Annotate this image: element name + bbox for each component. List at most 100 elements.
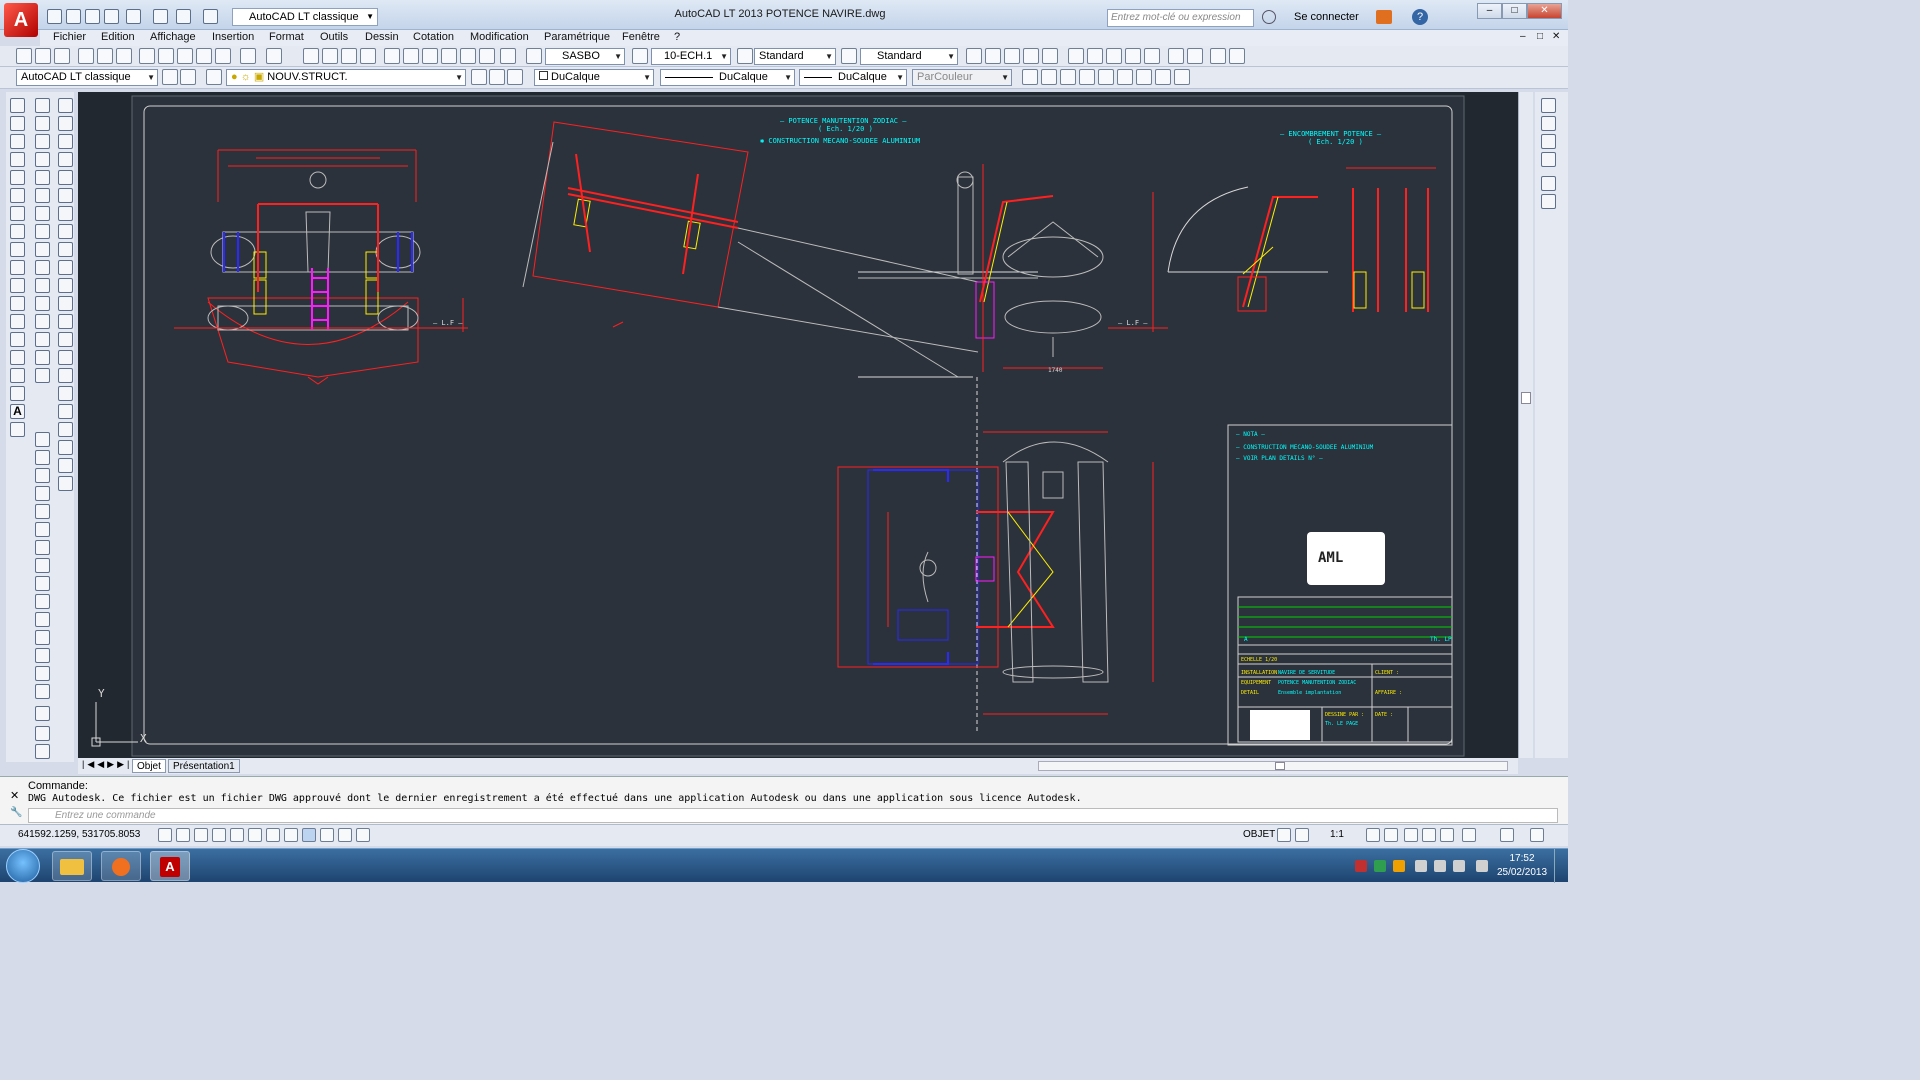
quick-view-drawings-icon[interactable] (1295, 828, 1309, 842)
doc-minimize-button[interactable]: – (1520, 31, 1526, 42)
rotate-icon[interactable] (35, 206, 50, 221)
exchange-icon[interactable] (1376, 10, 1392, 24)
undo-icon[interactable] (176, 9, 191, 24)
mtext-icon[interactable] (1022, 69, 1038, 85)
dim-continue-icon[interactable] (58, 278, 73, 293)
array-icon[interactable] (35, 170, 50, 185)
lineweight-dropdown[interactable]: DuCalque ▼ (799, 69, 907, 86)
osnap-parallel-icon[interactable] (35, 594, 50, 609)
dim-override-icon[interactable] (58, 458, 73, 473)
collect-leader-icon[interactable] (1042, 48, 1058, 64)
magnet-icon[interactable] (35, 706, 50, 721)
linetype-dropdown[interactable]: DuCalque ▼ (660, 69, 795, 86)
minimize-button[interactable]: – (1477, 3, 1502, 19)
rectangle-icon[interactable] (10, 170, 25, 185)
dim-style-icon[interactable] (58, 440, 73, 455)
erase-icon[interactable] (35, 98, 50, 113)
search-input[interactable]: Entrez mot-clé ou expression (1107, 9, 1254, 27)
osnap-node-icon[interactable] (35, 630, 50, 645)
explorer-taskbar-icon[interactable] (52, 851, 92, 881)
close-button[interactable]: ✕ (1527, 3, 1562, 19)
dim-text-edit-icon[interactable] (58, 404, 73, 419)
transparency-icon[interactable] (320, 828, 334, 842)
color-dropdown[interactable]: DuCalque ▼ (534, 69, 654, 86)
osnap-apparent-icon[interactable] (35, 486, 50, 501)
layer-dropdown[interactable]: ● ☼ ▣ NOUV.STRUCT. ▼ (226, 69, 466, 86)
paste-icon[interactable] (177, 48, 193, 64)
scale-text-icon[interactable] (1136, 69, 1152, 85)
spelling-icon[interactable] (1098, 69, 1114, 85)
multileader-style-icon[interactable] (841, 48, 857, 64)
hardware-acceleration-icon[interactable] (1500, 828, 1514, 842)
extend-icon[interactable] (35, 278, 50, 293)
doc-restore-button[interactable]: □ (1537, 31, 1543, 42)
antivirus-tray-icon[interactable] (1355, 860, 1367, 872)
revcloud-icon[interactable] (10, 224, 25, 239)
show-desktop-button[interactable] (1554, 849, 1568, 883)
layer-manager-icon[interactable] (206, 69, 222, 85)
zoom-previous-icon[interactable] (360, 48, 376, 64)
menu-dessin[interactable]: Dessin (365, 31, 399, 43)
draw-order-under-icon[interactable] (1541, 152, 1556, 167)
dynamic-input-icon[interactable] (284, 828, 298, 842)
skype-tray-icon[interactable] (1374, 860, 1386, 872)
hatch-to-back-icon[interactable] (1541, 194, 1556, 209)
dim-ordinate-icon[interactable] (58, 152, 73, 167)
annotation-scale[interactable]: 1:1 (1330, 829, 1344, 840)
dim-arc-icon[interactable] (58, 134, 73, 149)
isolate-objects-icon[interactable] (1440, 828, 1454, 842)
properties-icon[interactable] (384, 48, 400, 64)
hatch-icon[interactable] (10, 332, 25, 347)
osnap-icon[interactable] (248, 828, 262, 842)
dim-baseline-icon[interactable] (58, 260, 73, 275)
explode-icon[interactable] (35, 368, 50, 383)
signin-link[interactable]: Se connecter (1294, 11, 1359, 23)
grid-icon[interactable] (194, 828, 208, 842)
pan-icon[interactable] (303, 48, 319, 64)
osnap-tracking-icon[interactable] (35, 726, 50, 741)
layer-previous-icon[interactable] (489, 69, 505, 85)
match-properties-icon[interactable] (215, 48, 231, 64)
remove-leader-icon[interactable] (1004, 48, 1020, 64)
menu-cotation[interactable]: Cotation (413, 31, 454, 43)
volume-tray-icon[interactable] (1453, 860, 1465, 872)
scale-icon[interactable] (35, 224, 50, 239)
stretch-icon[interactable] (35, 242, 50, 257)
design-center-icon[interactable] (403, 48, 419, 64)
gradient-icon[interactable] (10, 350, 25, 365)
draw-order-back-icon[interactable] (1541, 116, 1556, 131)
cut-icon[interactable] (139, 48, 155, 64)
make-block-icon[interactable] (10, 296, 25, 311)
menu-format[interactable]: Format (269, 31, 304, 43)
menu-outils[interactable]: Outils (320, 31, 348, 43)
clock-time[interactable]: 17:52 (1502, 853, 1542, 864)
ellipse-icon[interactable] (10, 260, 25, 275)
add-leader-icon[interactable] (985, 48, 1001, 64)
auto-scale-icon[interactable] (1384, 828, 1398, 842)
help-icon[interactable]: ? (1412, 9, 1428, 25)
fillet-icon[interactable] (35, 350, 50, 365)
multileader-icon[interactable] (966, 48, 982, 64)
draw-order-front-icon[interactable] (1541, 98, 1556, 113)
clean-screen-icon[interactable] (1462, 828, 1476, 842)
dim-reassociate-icon[interactable] (58, 476, 73, 491)
publish-icon[interactable] (126, 9, 141, 24)
save-icon[interactable] (85, 9, 100, 24)
zoom-in-icon[interactable] (1168, 48, 1184, 64)
undo-icon[interactable] (240, 48, 256, 64)
zoom-window-icon[interactable] (341, 48, 357, 64)
selection-cycling-icon[interactable] (356, 828, 370, 842)
workspace-dropdown[interactable]: AutoCAD LT classique ▼ (232, 8, 378, 26)
inspection-icon[interactable] (58, 368, 73, 383)
dim-aligned-icon[interactable] (58, 116, 73, 131)
osnap-insert-icon[interactable] (35, 612, 50, 627)
zoom-scale-icon[interactable] (1106, 48, 1122, 64)
polar-icon[interactable] (230, 828, 244, 842)
workspace-settings-icon[interactable] (180, 69, 196, 85)
horizontal-scrollbar[interactable] (1038, 761, 1508, 771)
trim-icon[interactable] (35, 260, 50, 275)
fullscreen-icon[interactable] (1530, 828, 1544, 842)
redo-icon[interactable] (203, 9, 218, 24)
sheet-set-icon[interactable] (441, 48, 457, 64)
zoom-dynamic-icon[interactable] (1087, 48, 1103, 64)
